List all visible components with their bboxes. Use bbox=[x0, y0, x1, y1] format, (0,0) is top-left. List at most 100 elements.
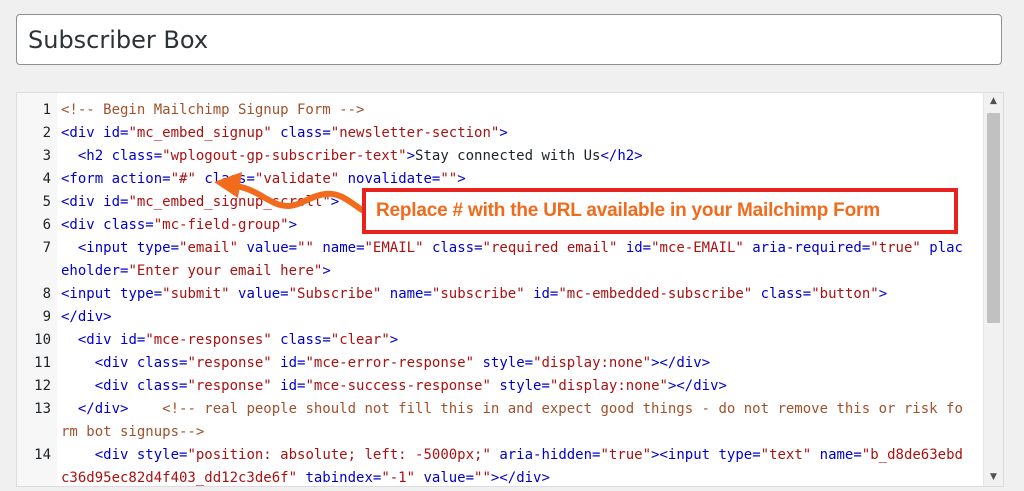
code-token: "" bbox=[440, 171, 458, 187]
code-token: style= bbox=[136, 447, 188, 463]
code-line: 3 <h2 class="wplogout-gp-subscriber-text… bbox=[17, 145, 985, 168]
code-token: name= bbox=[313, 240, 365, 256]
code-token: "display:none" bbox=[549, 378, 668, 394]
line-number: 9 bbox=[42, 309, 51, 325]
code-token: "required email" bbox=[482, 240, 618, 256]
line-number: 1 bbox=[42, 102, 51, 118]
annotation-arrow-icon bbox=[214, 172, 365, 213]
code-token: "clear" bbox=[330, 332, 390, 348]
code-token: </h2> bbox=[600, 148, 643, 164]
code-text: <h2 class="wplogout-gp-subscriber-text">… bbox=[61, 145, 971, 168]
scroll-up-icon[interactable]: ▲ bbox=[984, 93, 1003, 110]
code-token: > bbox=[406, 148, 416, 164]
line-number: 2 bbox=[42, 125, 51, 141]
code-token: <input bbox=[61, 240, 137, 256]
code-token: > bbox=[322, 263, 331, 279]
line-number: 4 bbox=[42, 171, 51, 187]
code-token: aria-hidden= bbox=[490, 447, 601, 463]
code-text: <div style="position: absolute; left: -5… bbox=[61, 444, 971, 486]
code-token: ></div> bbox=[667, 378, 727, 394]
code-token: class= bbox=[271, 125, 331, 141]
line-number: 6 bbox=[42, 217, 51, 233]
code-token: class= bbox=[423, 240, 483, 256]
line-number: 3 bbox=[42, 148, 51, 164]
code-token: ><input bbox=[651, 447, 719, 463]
line-number: 12 bbox=[34, 378, 51, 394]
code-token: id= bbox=[103, 125, 129, 141]
code-token: "-1" bbox=[381, 470, 416, 486]
line-number: 8 bbox=[42, 286, 51, 302]
code-token: class= bbox=[752, 286, 812, 302]
code-line: 11 <div class="response" id="mce-error-r… bbox=[17, 352, 985, 375]
code-token: ></div> bbox=[651, 355, 711, 371]
editor-scrollbar[interactable]: ▲ ▼ bbox=[983, 93, 1003, 486]
code-token: "EMAIL" bbox=[364, 240, 424, 256]
code-line: 8 <input type="submit" value="Subscribe" … bbox=[17, 283, 985, 306]
code-token: "display:none" bbox=[533, 355, 652, 371]
code-text: </div> bbox=[61, 306, 971, 329]
annotation-callout: Replace # with the URL available in your… bbox=[362, 188, 958, 234]
code-token: class= bbox=[136, 378, 188, 394]
code-text: <input type="submit" value="Subscribe" n… bbox=[61, 283, 971, 306]
code-token: "email" bbox=[179, 240, 239, 256]
code-token: type= bbox=[120, 286, 163, 302]
code-token: value= bbox=[229, 286, 289, 302]
line-number: 13 bbox=[34, 401, 51, 417]
code-token: </div> bbox=[61, 401, 129, 417]
scroll-down-icon[interactable]: ▼ bbox=[984, 469, 1003, 486]
code-token: "" bbox=[474, 470, 491, 486]
code-token: "true" bbox=[600, 447, 652, 463]
code-token: <div bbox=[61, 355, 137, 371]
code-token: "newsletter-section" bbox=[330, 125, 500, 141]
code-token: > bbox=[499, 125, 508, 141]
code-token: "mc-embedded-subscribe" bbox=[558, 286, 753, 302]
code-token: id= bbox=[617, 240, 652, 256]
code-token: tabindex= bbox=[297, 470, 382, 486]
code-token: <div bbox=[61, 217, 104, 233]
code-token: type= bbox=[136, 240, 180, 256]
title-input[interactable] bbox=[16, 14, 1002, 65]
code-token: > bbox=[389, 332, 399, 348]
scrollbar-thumb[interactable] bbox=[987, 113, 1000, 323]
code-line: 12 <div class="response" id="mce-success… bbox=[17, 375, 985, 398]
code-token: class= bbox=[103, 217, 154, 233]
code-token: <div bbox=[61, 194, 104, 210]
code-token: </div> bbox=[61, 309, 112, 325]
code-token: ></div> bbox=[490, 470, 550, 486]
line-number: 5 bbox=[42, 194, 51, 210]
code-line: 13 </div> <!-- real people should not fi… bbox=[17, 398, 985, 444]
code-token: id= bbox=[120, 332, 146, 348]
code-editor[interactable]: 1 <!-- Begin Mailchimp Signup Form --> 2 <d… bbox=[16, 92, 1004, 487]
code-text: <!-- Begin Mailchimp Signup Form --> bbox=[61, 99, 971, 122]
code-token: "response" bbox=[187, 355, 272, 371]
line-number: 10 bbox=[34, 332, 51, 348]
line-number: 11 bbox=[34, 355, 51, 371]
code-token: "mc_embed_signup" bbox=[128, 125, 272, 141]
code-token: Stay connected with Us bbox=[415, 148, 601, 164]
code-token: "Subscribe" bbox=[288, 286, 382, 302]
code-token: "mce-EMAIL" bbox=[651, 240, 744, 256]
code-token: type= bbox=[718, 447, 761, 463]
code-token: <form bbox=[61, 171, 112, 187]
code-text: <input type="email" value="" name="EMAIL… bbox=[61, 237, 971, 283]
code-token: "mce-success-response" bbox=[305, 378, 491, 394]
code-line: 7 <input type="email" value="" name="EMA… bbox=[17, 237, 985, 283]
code-token: id= bbox=[271, 355, 306, 371]
code-token: name= bbox=[381, 286, 432, 302]
code-token: "position: absolute; left: -5000px;" bbox=[187, 447, 491, 463]
code-token: <div bbox=[61, 378, 137, 394]
code-token: id= bbox=[524, 286, 559, 302]
code-line: 10 <div id="mce-responses" class="clear"… bbox=[17, 329, 985, 352]
code-token: class= bbox=[271, 332, 331, 348]
code-line: 9 </div> bbox=[17, 306, 985, 329]
code-token: <!-- Begin Mailchimp Signup Form --> bbox=[61, 102, 365, 118]
code-text: <div class="response" id="mce-success-re… bbox=[61, 375, 971, 398]
code-token: <!-- real people should not fill this in… bbox=[61, 401, 963, 440]
line-number: 14 bbox=[34, 447, 51, 463]
line-number: 7 bbox=[42, 240, 51, 256]
code-token: "submit" bbox=[162, 286, 230, 302]
code-token: <div bbox=[61, 125, 104, 141]
code-token: > bbox=[457, 171, 466, 187]
code-text: <div id="mce-responses" class="clear"> bbox=[61, 329, 971, 352]
